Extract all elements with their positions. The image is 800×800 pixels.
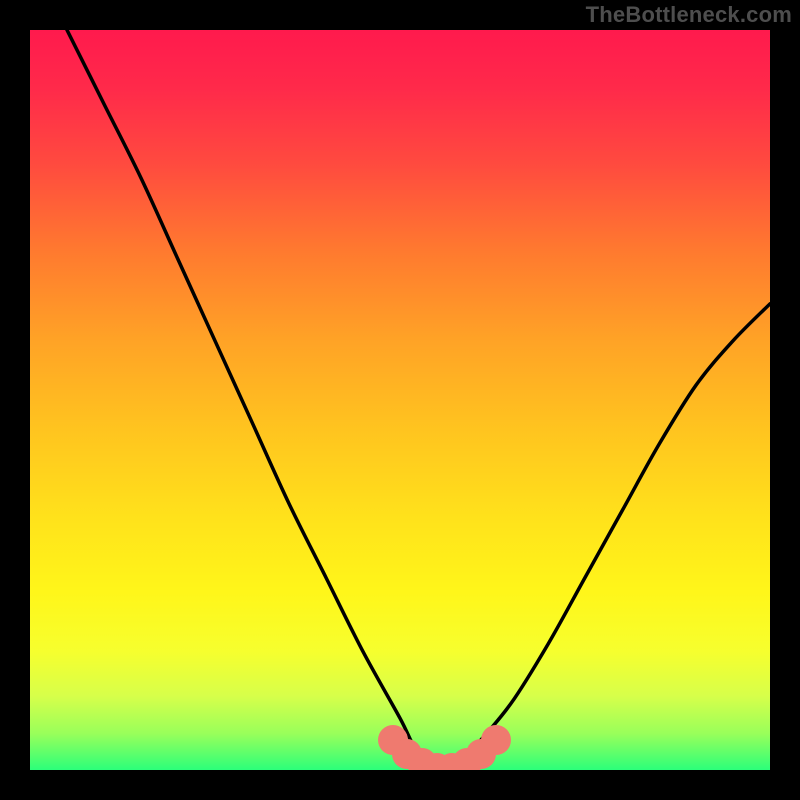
- optimal-range-markers: [30, 30, 770, 770]
- chart-frame: TheBottleneck.com: [0, 0, 800, 800]
- marker-dot: [481, 725, 511, 755]
- plot-area: [30, 30, 770, 770]
- watermark-text: TheBottleneck.com: [586, 2, 792, 28]
